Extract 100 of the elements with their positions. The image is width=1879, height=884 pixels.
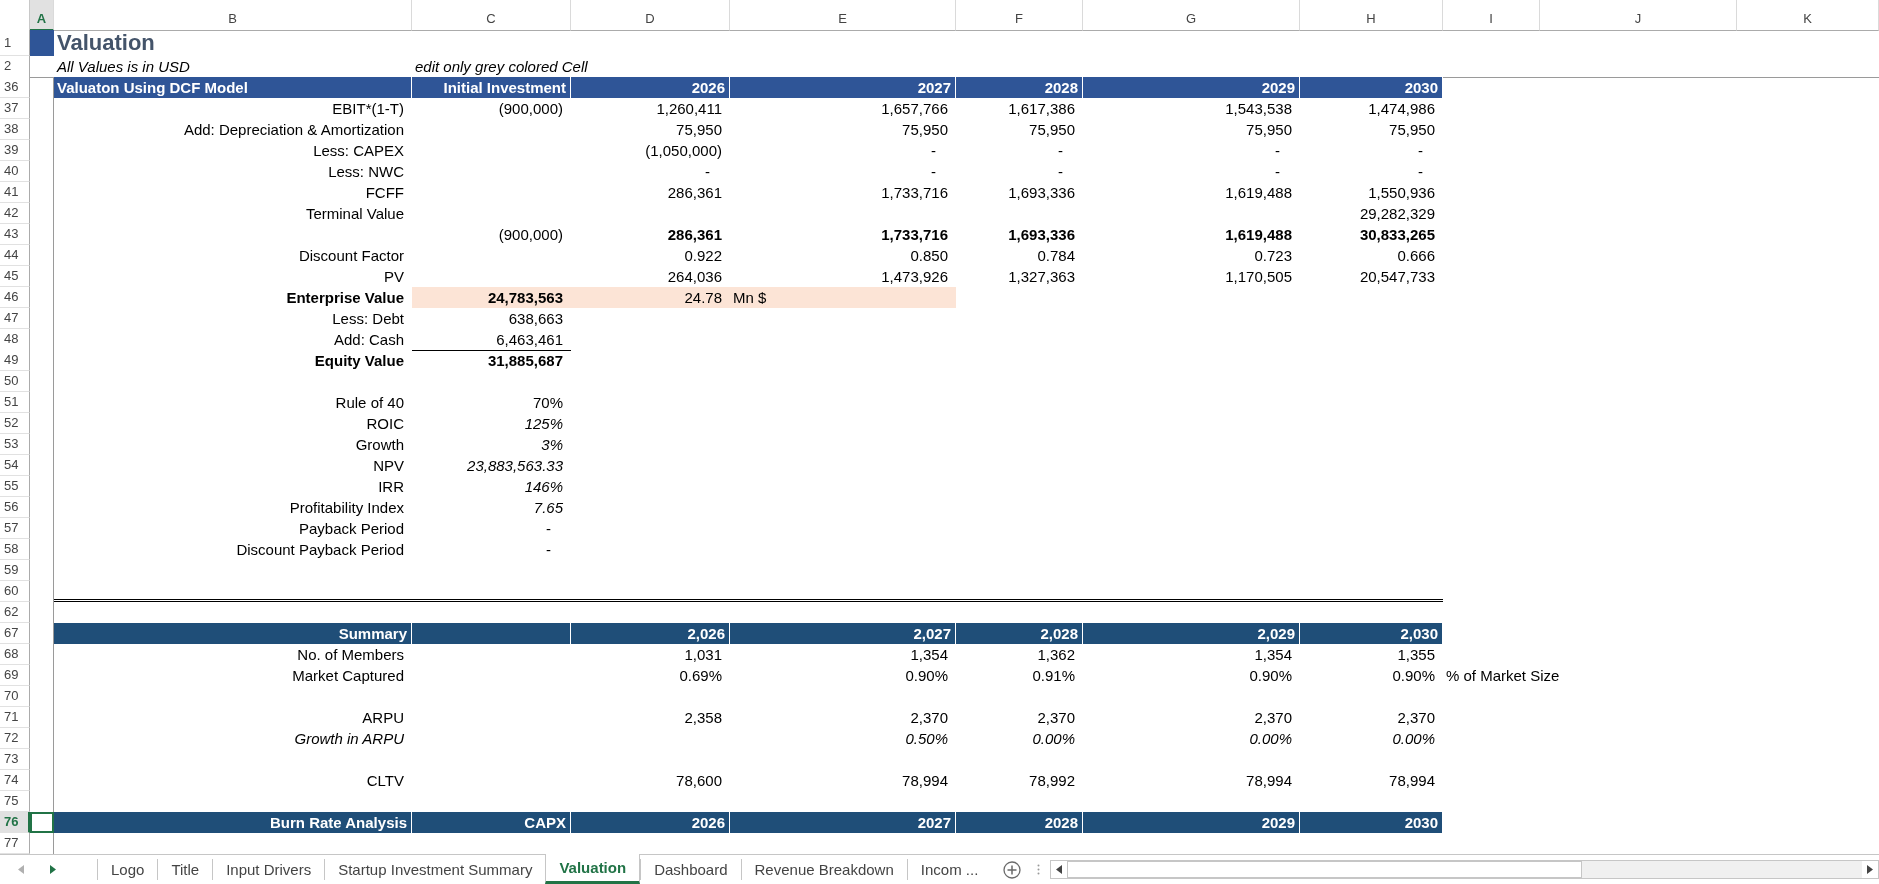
row-number[interactable]: 49 <box>0 350 30 371</box>
row-number[interactable]: 76 <box>0 812 30 833</box>
table-cell-text: Less: Debt <box>331 309 405 329</box>
column-header[interactable]: D <box>571 0 730 31</box>
table-cell-text: 20,547,733 <box>1358 267 1436 287</box>
row-number[interactable]: 1 <box>0 30 30 56</box>
sheet-tab[interactable]: Logo <box>97 859 158 880</box>
table-cell-text: - <box>545 519 552 539</box>
sheet-tab[interactable]: Input Drivers <box>212 859 325 880</box>
row-number[interactable]: 60 <box>0 581 30 602</box>
row-number[interactable]: 70 <box>0 686 30 707</box>
table-cell-text: 1,362 <box>1036 645 1076 665</box>
table-cell-text: 0.91% <box>1031 666 1076 686</box>
table-cell-text: 1,619,488 <box>1224 183 1293 203</box>
plus-circle-icon <box>1003 860 1022 879</box>
row-number[interactable]: 62 <box>0 602 30 623</box>
row-number[interactable]: 75 <box>0 791 30 812</box>
column-header[interactable]: B <box>54 0 412 31</box>
selected-cell[interactable] <box>30 812 54 833</box>
table-cell-text: - <box>1417 141 1424 161</box>
table-cell-text: 0.784 <box>1036 246 1076 266</box>
table-cell-text: 638,663 <box>507 309 564 329</box>
row-number[interactable]: 47 <box>0 308 30 329</box>
column-header[interactable]: F <box>956 0 1083 31</box>
sheet-tab[interactable]: Dashboard <box>640 859 741 880</box>
table-cell-text: 1,543,538 <box>1224 99 1293 119</box>
column-header[interactable]: I <box>1443 0 1540 31</box>
row-number[interactable]: 55 <box>0 476 30 497</box>
sheet-tab[interactable]: Revenue Breakdown <box>740 859 907 880</box>
table-cell-text: Enterprise Value <box>285 288 405 308</box>
table-cell-text: 75,950 <box>1028 120 1076 140</box>
table-cell-text: 23,883,563.33 <box>466 456 564 476</box>
table-cell-text: No. of Members <box>296 645 405 665</box>
row-number[interactable]: 69 <box>0 665 30 686</box>
header-cell: 2028 <box>956 77 1083 98</box>
horizontal-scrollbar[interactable] <box>1050 860 1879 879</box>
row-number[interactable]: 39 <box>0 140 30 161</box>
table-cell-text: Terminal Value <box>304 204 405 224</box>
row-number[interactable]: 59 <box>0 560 30 581</box>
row-number[interactable]: 58 <box>0 539 30 560</box>
row-number[interactable]: 42 <box>0 203 30 224</box>
table-cell-text: Growth <box>354 435 405 455</box>
column-header[interactable]: E <box>730 0 956 31</box>
row-number[interactable]: 77 <box>0 833 30 854</box>
header-cell: 2,026 <box>571 623 730 644</box>
row-number[interactable]: 74 <box>0 770 30 791</box>
table-cell-text: Profitability Index <box>288 498 405 518</box>
row-number[interactable]: 37 <box>0 98 30 119</box>
header-cell: 2026 <box>571 77 730 98</box>
sheet-tab[interactable]: Title <box>157 859 213 880</box>
column-header[interactable]: A <box>30 0 54 31</box>
row-number[interactable]: 53 <box>0 434 30 455</box>
row-number[interactable]: 73 <box>0 749 30 770</box>
row-number[interactable]: 50 <box>0 371 30 392</box>
row-number[interactable]: 46 <box>0 287 30 308</box>
sheet-tab[interactable]: Incom ... <box>906 859 992 880</box>
filled-cell <box>30 30 54 56</box>
row-number[interactable]: 57 <box>0 518 30 539</box>
row-number[interactable]: 41 <box>0 182 30 203</box>
table-cell-text: - <box>930 162 937 182</box>
row-number[interactable]: 67 <box>0 623 30 644</box>
table-cell-text: - <box>545 540 552 560</box>
column-header[interactable]: C <box>412 0 571 31</box>
table-cell-text: Discount Factor <box>297 246 405 266</box>
row-number[interactable]: 51 <box>0 392 30 413</box>
column-header[interactable]: H <box>1300 0 1443 31</box>
table-cell-text: % of Market Size <box>1445 666 1561 686</box>
row-number[interactable]: 38 <box>0 119 30 140</box>
row-number[interactable]: 56 <box>0 497 30 518</box>
table-cell-text: 1,473,926 <box>880 267 949 287</box>
column-header[interactable]: G <box>1083 0 1300 31</box>
row-number[interactable]: 72 <box>0 728 30 749</box>
scrollbar-thumb[interactable] <box>1067 861 1583 878</box>
row-number[interactable]: 71 <box>0 707 30 728</box>
table-cell-text: 0.90% <box>1248 666 1293 686</box>
table-cell-text: 1,474,986 <box>1367 99 1436 119</box>
header-cell: Valuaton Using DCF Model <box>54 77 412 98</box>
header-cell: 2026 <box>571 812 730 833</box>
row-number[interactable]: 43 <box>0 224 30 245</box>
row-number[interactable]: 44 <box>0 245 30 266</box>
row-number[interactable]: 52 <box>0 413 30 434</box>
vertical-dots-icon[interactable] <box>1037 864 1041 875</box>
table-cell-text: FCFF <box>364 183 405 203</box>
table-cell-text: 1,031 <box>683 645 723 665</box>
column-header[interactable]: K <box>1737 0 1879 31</box>
row-number[interactable]: 40 <box>0 161 30 182</box>
column-header[interactable]: J <box>1540 0 1737 31</box>
table-cell-text: 0.00% <box>1391 729 1436 749</box>
row-number[interactable]: 54 <box>0 455 30 476</box>
table-cell-text: Market Captured <box>291 666 405 686</box>
table-cell-text: 0.922 <box>683 246 723 266</box>
sheet-tab[interactable]: Valuation <box>545 854 641 884</box>
row-number[interactable]: 68 <box>0 644 30 665</box>
table-cell-text: (900,000) <box>497 225 564 245</box>
table-cell-text: 0.850 <box>909 246 949 266</box>
table-cell-text: 264,036 <box>666 267 723 287</box>
row-number[interactable]: 45 <box>0 266 30 287</box>
header-cell: 2,028 <box>956 623 1083 644</box>
row-number[interactable]: 36 <box>0 77 30 98</box>
table-cell-text: 1,550,936 <box>1367 183 1436 203</box>
